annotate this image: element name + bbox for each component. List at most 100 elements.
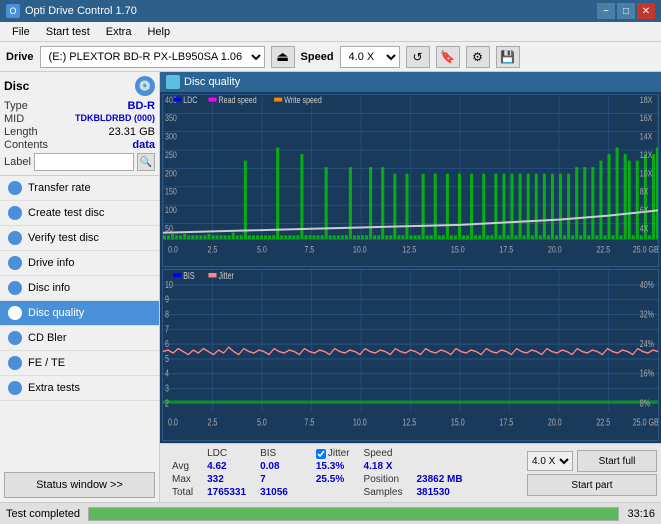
disc-type-val: BD-R — [128, 100, 156, 112]
bookmark-button[interactable]: 🔖 — [436, 46, 460, 68]
nav-disc-quality[interactable]: Disc quality — [0, 301, 159, 326]
minimize-button[interactable]: − — [597, 3, 615, 19]
svg-text:3: 3 — [165, 382, 169, 394]
nav-verify-test-disc[interactable]: Verify test disc — [0, 226, 159, 251]
svg-text:2: 2 — [165, 397, 169, 409]
nav-icon-transfer — [8, 181, 22, 195]
drive-select[interactable]: (E:) PLEXTOR BD-R PX-LB950SA 1.06 — [40, 46, 265, 68]
disc-panel-header: Disc 💿 — [4, 76, 155, 96]
disc-panel: Disc 💿 Type BD-R MID TDKBLDRBD (000) Len… — [0, 72, 159, 176]
nav-label-fe-te: FE / TE — [28, 357, 65, 369]
chart-ldc-svg: 18X 16X 14X 12X 10X 8X 6X 4X 400 350 300… — [163, 95, 658, 266]
titlebar: O Opti Drive Control 1.70 − □ ✕ — [0, 0, 661, 22]
svg-text:8X: 8X — [640, 187, 649, 197]
nav-disc-info[interactable]: Disc info — [0, 276, 159, 301]
menu-help[interactable]: Help — [139, 24, 178, 40]
disc-length-row: Length 23.31 GB — [4, 126, 155, 138]
jitter-checkbox[interactable] — [316, 449, 326, 459]
status-window-button[interactable]: Status window >> — [4, 472, 155, 498]
svg-text:4X: 4X — [640, 224, 649, 234]
svg-text:6: 6 — [165, 337, 169, 349]
menubar: File Start test Extra Help — [0, 22, 661, 42]
svg-text:10: 10 — [165, 278, 173, 290]
svg-text:18X: 18X — [640, 95, 653, 105]
nav-cd-bler[interactable]: CD Bler — [0, 326, 159, 351]
label-search-button[interactable]: 🔍 — [137, 153, 155, 171]
samples-val: 381530 — [410, 487, 468, 498]
avg-ldc: 4.62 — [201, 461, 252, 472]
svg-text:100: 100 — [165, 205, 177, 215]
titlebar-left: O Opti Drive Control 1.70 — [6, 4, 137, 18]
nav-label-disc-info: Disc info — [28, 282, 70, 294]
main-area: Disc 💿 Type BD-R MID TDKBLDRBD (000) Len… — [0, 72, 661, 502]
disc-contents-val: data — [132, 139, 155, 151]
menu-file[interactable]: File — [4, 24, 38, 40]
status-text: Test completed — [6, 508, 80, 520]
svg-text:32%: 32% — [640, 308, 654, 320]
svg-text:17.5: 17.5 — [499, 245, 513, 255]
col-jitter-header: Jitter — [310, 448, 356, 459]
nav-label-extra: Extra tests — [28, 382, 80, 394]
col-bis: BIS — [254, 448, 294, 459]
nav-icon-cd-bler — [8, 331, 22, 345]
svg-text:12X: 12X — [640, 150, 653, 160]
disc-contents-key: Contents — [4, 139, 48, 151]
col-ldc: LDC — [201, 448, 252, 459]
quality-icon — [166, 75, 180, 89]
nav-drive-info[interactable]: Drive info — [0, 251, 159, 276]
app-title: Opti Drive Control 1.70 — [25, 5, 137, 17]
avg-bis: 0.08 — [254, 461, 294, 472]
svg-text:16%: 16% — [640, 367, 654, 379]
disc-label-input[interactable] — [34, 153, 134, 171]
svg-text:7.5: 7.5 — [304, 416, 314, 428]
samples-label: Samples — [358, 487, 409, 498]
nav-create-test-disc[interactable]: Create test disc — [0, 201, 159, 226]
start-part-button[interactable]: Start part — [527, 474, 657, 496]
disc-length-val: 23.31 GB — [109, 126, 155, 138]
svg-text:2.5: 2.5 — [207, 245, 217, 255]
svg-text:15.0: 15.0 — [451, 416, 465, 428]
svg-text:24%: 24% — [640, 337, 654, 349]
disc-label-row: Label 🔍 — [4, 153, 155, 171]
speed-select-stats[interactable]: 4.0 X — [527, 451, 573, 471]
svg-text:10.0: 10.0 — [353, 245, 367, 255]
max-speed-val: 23862 MB — [410, 474, 468, 485]
settings-icon-btn[interactable]: ⚙ — [466, 46, 490, 68]
start-buttons: 4.0 X Start full Start part — [527, 450, 657, 496]
nav-icon-extra — [8, 381, 22, 395]
svg-text:9: 9 — [165, 293, 169, 305]
nav-transfer-rate[interactable]: Transfer rate — [0, 176, 159, 201]
svg-text:20.0: 20.0 — [548, 416, 562, 428]
svg-text:20.0: 20.0 — [548, 245, 562, 255]
time-label: 33:16 — [627, 508, 655, 520]
app-icon: O — [6, 4, 20, 18]
titlebar-controls: − □ ✕ — [597, 3, 655, 19]
menu-extra[interactable]: Extra — [98, 24, 140, 40]
chart-ldc: 18X 16X 14X 12X 10X 8X 6X 4X 400 350 300… — [162, 94, 659, 267]
progress-bar-container — [88, 507, 619, 521]
bottombar: Test completed 33:16 — [0, 502, 661, 524]
menu-start-test[interactable]: Start test — [38, 24, 98, 40]
content-area: Disc quality — [160, 72, 661, 502]
max-speed-label: Position — [358, 474, 409, 485]
nav-label-create: Create test disc — [28, 207, 104, 219]
nav-label-cd-bler: CD Bler — [28, 332, 67, 344]
nav-extra-tests[interactable]: Extra tests — [0, 376, 159, 401]
disc-mid-row: MID TDKBLDRBD (000) — [4, 113, 155, 125]
svg-text:17.5: 17.5 — [499, 416, 513, 428]
close-button[interactable]: ✕ — [637, 3, 655, 19]
speed-select[interactable]: 4.0 X — [340, 46, 400, 68]
start-full-button[interactable]: Start full — [577, 450, 657, 472]
svg-text:300: 300 — [165, 132, 177, 142]
nav-icon-disc-info — [8, 281, 22, 295]
nav-label-verify: Verify test disc — [28, 232, 99, 244]
svg-text:Jitter: Jitter — [219, 270, 234, 281]
save-button[interactable]: 💾 — [496, 46, 520, 68]
chart-bis: 40% 32% 24% 16% 8% 10 9 8 7 6 5 4 3 2 — [162, 269, 659, 442]
svg-text:5.0: 5.0 — [257, 416, 267, 428]
nav-fe-te[interactable]: FE / TE — [0, 351, 159, 376]
maximize-button[interactable]: □ — [617, 3, 635, 19]
eject-button[interactable]: ⏏ — [271, 46, 295, 68]
refresh-button[interactable]: ↺ — [406, 46, 430, 68]
drive-label: Drive — [6, 51, 34, 63]
